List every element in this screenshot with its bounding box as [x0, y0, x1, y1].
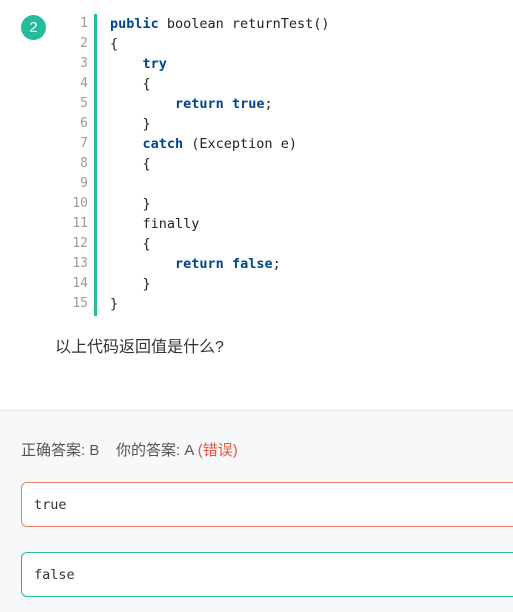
code-lines: public boolean returnTest() { try { retur… [110, 14, 329, 314]
code-token: } [110, 116, 151, 132]
option-b[interactable]: false [21, 552, 513, 597]
line-number-gutter: 1 2 3 4 5 6 7 8 9 10 11 12 13 14 15 [60, 14, 97, 316]
line-number: 2 [80, 36, 88, 51]
code-token: } [110, 296, 119, 312]
code-token: { [110, 236, 151, 252]
code-token: { [110, 156, 151, 172]
code-keyword: public [110, 16, 159, 32]
line-number: 7 [80, 136, 88, 151]
code-keyword: false [231, 256, 273, 272]
code-token: { [110, 36, 119, 52]
code-token: } [110, 276, 151, 292]
code-line: public boolean returnTest() [110, 14, 329, 34]
code-line: { [110, 154, 329, 174]
code-token: } [110, 196, 151, 212]
question-text: 以上代码返回值是什么? [55, 339, 224, 356]
code-keyword: true [231, 96, 265, 112]
code-line: catch (Exception e) [110, 134, 329, 154]
answer-result: 正确答案: B 你的答案: A (错误) [21, 439, 238, 460]
code-keyword: return [175, 96, 224, 112]
line-number: 9 [80, 176, 88, 191]
option-a[interactable]: true [21, 482, 513, 527]
line-number: 1 [80, 16, 88, 31]
code-token: ; [264, 96, 273, 112]
line-number: 4 [80, 76, 88, 91]
line-number: 14 [72, 276, 88, 291]
your-answer-label: 你的答案: A [116, 442, 194, 459]
code-token: boolean returnTest() [158, 16, 330, 32]
line-number: 12 [72, 236, 88, 251]
code-line: } [110, 294, 329, 314]
line-number: 5 [80, 96, 88, 111]
code-line: } [110, 194, 329, 214]
line-number: 10 [72, 196, 88, 211]
line-number: 13 [72, 256, 88, 271]
code-line: } [110, 114, 329, 134]
line-number: 15 [72, 296, 88, 311]
code-line: { [110, 234, 329, 254]
line-number: 11 [72, 216, 88, 231]
code-block: 1 2 3 4 5 6 7 8 9 10 11 12 13 14 15 public boolean ret… [60, 14, 513, 316]
code-line: } [110, 274, 329, 294]
code-line: { [110, 34, 329, 54]
code-token: ; [272, 256, 281, 272]
question-number-badge: 2 [21, 15, 46, 40]
code-line: finally [110, 214, 329, 234]
code-token: finally [110, 216, 200, 232]
answer-panel: 正确答案: B 你的答案: A (错误) true false [0, 410, 513, 612]
code-line: try [110, 54, 329, 74]
line-number: 3 [80, 56, 88, 71]
code-line: return true; [110, 94, 329, 114]
correct-answer-label: 正确答案: B [21, 442, 100, 459]
code-keyword: return [175, 256, 224, 272]
code-keyword: try [142, 56, 167, 72]
code-line: return false; [110, 254, 329, 274]
answer-status: (错误) [197, 442, 238, 459]
code-token: { [110, 76, 151, 92]
line-number: 8 [80, 156, 88, 171]
code-line: { [110, 74, 329, 94]
code-token: (Exception e) [183, 136, 297, 152]
line-number: 6 [80, 116, 88, 131]
code-keyword: catch [142, 136, 184, 152]
